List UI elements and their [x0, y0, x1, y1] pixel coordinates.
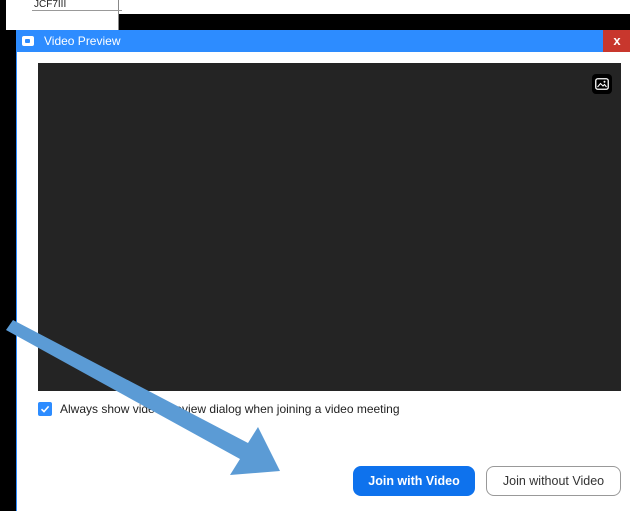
always-show-preview-label: Always show video preview dialog when jo…: [60, 402, 400, 416]
background-panel-text: JCF7III: [34, 0, 67, 10]
always-show-preview-checkbox[interactable]: [38, 402, 52, 416]
virtual-background-icon[interactable]: [592, 74, 612, 94]
video-preview-area: [38, 63, 621, 391]
checkmark-icon: [40, 405, 50, 413]
join-without-video-button[interactable]: Join without Video: [486, 466, 621, 496]
join-with-video-button[interactable]: Join with Video: [353, 466, 475, 496]
title-bar[interactable]: Video Preview x: [17, 30, 630, 52]
background-panel-divider: [32, 10, 122, 11]
close-button[interactable]: x: [603, 30, 630, 52]
background-strip: [118, 0, 630, 14]
zoom-camera-icon: [22, 36, 34, 46]
background-panel: JCF7III: [6, 0, 122, 30]
video-preview-dialog: Video Preview x Always show video previe…: [16, 30, 630, 511]
dialog-title: Video Preview: [44, 34, 121, 48]
